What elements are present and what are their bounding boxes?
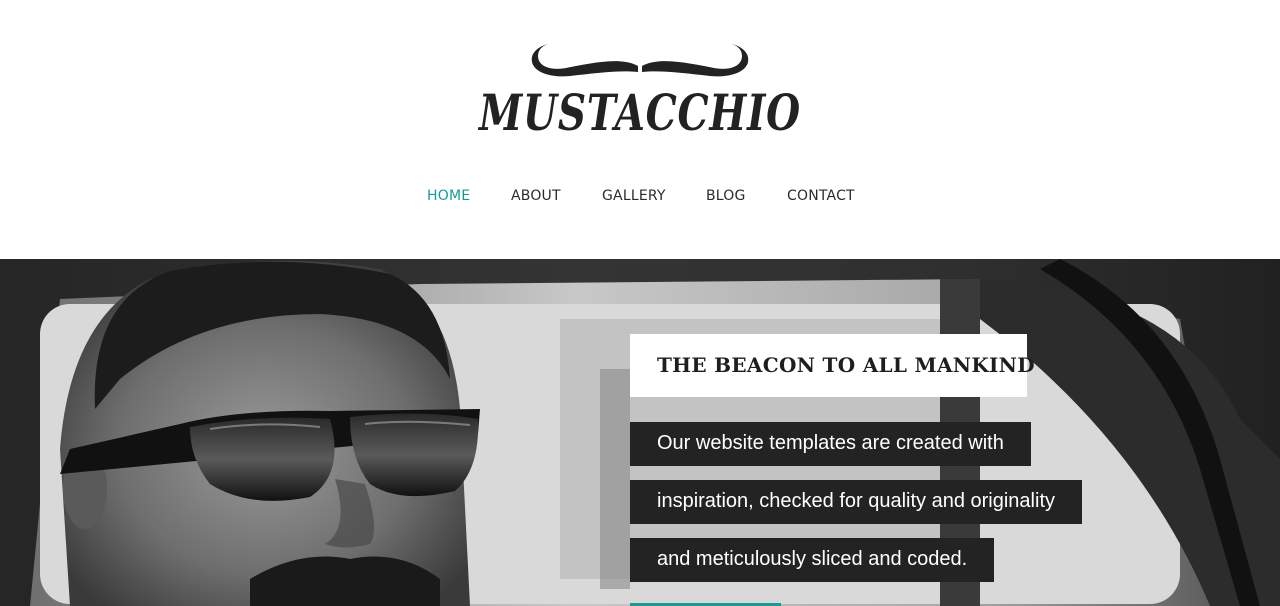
nav-about[interactable]: ABOUT — [511, 188, 561, 204]
nav-gallery[interactable]: GALLERY — [602, 188, 666, 204]
hero-title: THE BEACON TO ALL MANKIND — [657, 353, 1035, 377]
main-nav: HOME ABOUT GALLERY BLOG CONTACT — [0, 188, 1280, 210]
hero-text: Our website templates are created with — [657, 432, 1004, 454]
nav-contact[interactable]: CONTACT — [787, 188, 855, 204]
hero-text-line: and meticulously sliced and coded. — [630, 538, 994, 582]
hero-banner: THE BEACON TO ALL MANKIND Our website te… — [0, 259, 1280, 606]
hero-text-line: inspiration, checked for quality and ori… — [630, 480, 1082, 524]
logo-wordmark: MUSTACCHIO — [477, 83, 801, 138]
hero-title-box: THE BEACON TO ALL MANKIND — [630, 334, 1035, 397]
hero-text-line: Our website templates are created with — [630, 422, 1031, 466]
mustache-icon — [531, 44, 749, 77]
hero-text: inspiration, checked for quality and ori… — [657, 490, 1055, 512]
mustacchio-logo[interactable]: MUSTACCHIO — [470, 38, 810, 138]
nav-home[interactable]: HOME — [427, 188, 470, 204]
nav-blog[interactable]: BLOG — [706, 188, 746, 204]
hero-text: and meticulously sliced and coded. — [657, 548, 968, 570]
site-header: MUSTACCHIO HOME ABOUT GALLERY BLOG CONTA… — [0, 0, 1280, 259]
